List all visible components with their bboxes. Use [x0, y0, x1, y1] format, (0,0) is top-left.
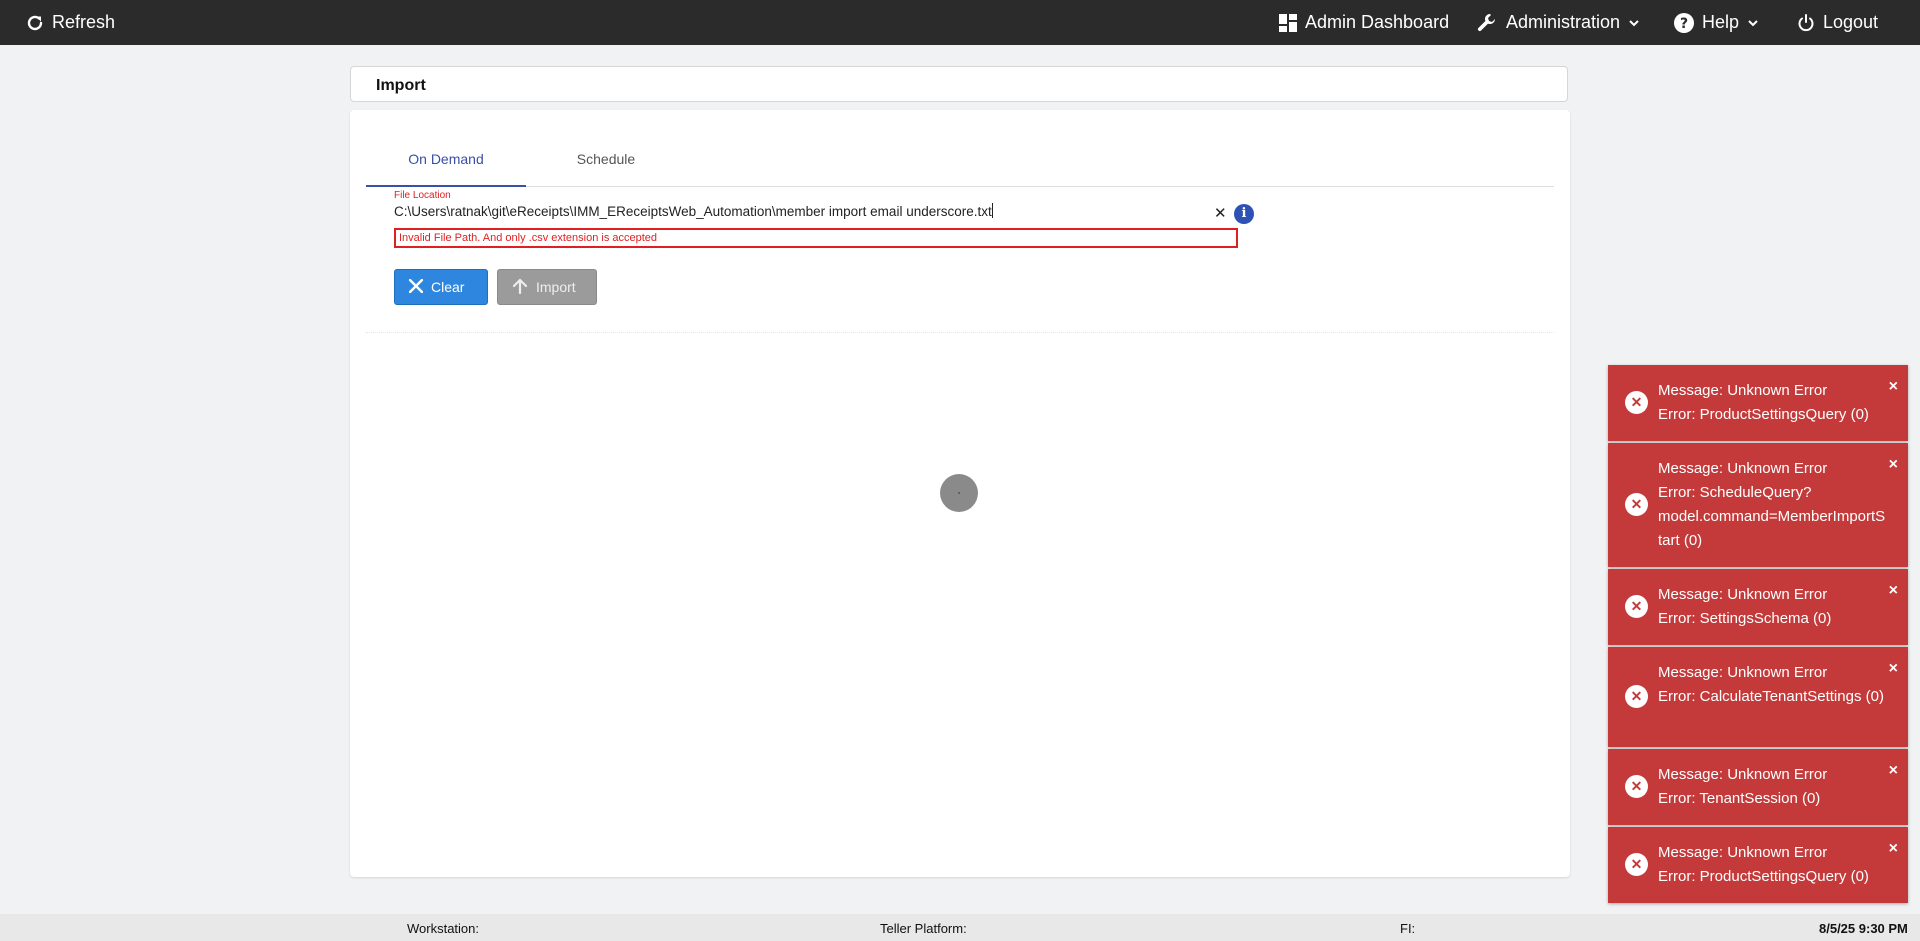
dashboard-icon	[1279, 13, 1297, 32]
info-icon[interactable]: i	[1234, 204, 1254, 224]
error-toast: ✕ Message: Unknown Error Error: Calculat…	[1608, 647, 1908, 747]
fi-label: FI:	[1400, 921, 1416, 936]
close-icon[interactable]: ×	[1889, 763, 1898, 779]
loading-spinner	[940, 474, 978, 512]
help-menu[interactable]: ? Help	[1674, 0, 1759, 45]
file-path-error: Invalid File Path. And only .csv extensi…	[394, 228, 1238, 248]
power-icon	[1797, 13, 1815, 32]
toast-error: Error: ScheduleQuery?model.command=Membe…	[1658, 484, 1886, 549]
toast-message: Message: Unknown Error	[1658, 460, 1828, 477]
file-location-input[interactable]: C:\Users\ratnak\git\eReceipts\IMM_ERecei…	[394, 203, 1214, 219]
error-circle-icon: ✕	[1625, 685, 1648, 708]
wrench-icon	[1476, 12, 1498, 34]
file-location-label: File Location	[394, 190, 451, 201]
toast-error: Error: ProductSettingsQuery (0)	[1658, 868, 1869, 885]
page-header: Import	[350, 66, 1568, 102]
close-icon[interactable]: ×	[1889, 841, 1898, 857]
file-location-value: C:\Users\ratnak\git\eReceipts\IMM_ERecei…	[394, 204, 992, 219]
tab-bar: On Demand Schedule	[366, 132, 1554, 187]
import-panel: On Demand Schedule File Location C:\User…	[350, 110, 1570, 877]
divider	[366, 332, 1554, 334]
datetime: 8/5/25 9:30 PM	[1819, 921, 1908, 936]
clear-button[interactable]: Clear	[394, 269, 488, 305]
teller-platform-label: Teller Platform:	[880, 921, 967, 936]
import-button-label: Import	[536, 279, 576, 295]
refresh-icon	[26, 14, 44, 32]
error-toast: ✕ Message: Unknown Error Error: ProductS…	[1608, 365, 1908, 441]
toast-error: Error: ProductSettingsQuery (0)	[1658, 406, 1869, 423]
toast-message: Message: Unknown Error	[1658, 766, 1828, 783]
toast-message: Message: Unknown Error	[1658, 586, 1828, 603]
status-footer: Workstation: Teller Platform: FI: 8/5/25…	[0, 914, 1920, 941]
close-icon[interactable]: ×	[1889, 457, 1898, 473]
clear-field-icon[interactable]: ✕	[1214, 206, 1227, 221]
logout-button[interactable]: Logout	[1797, 0, 1878, 45]
chevron-down-icon	[1747, 17, 1759, 29]
error-toast: ✕ Message: Unknown Error Error: Schedule…	[1608, 443, 1908, 567]
error-circle-icon: ✕	[1625, 775, 1648, 798]
toast-message: Message: Unknown Error	[1658, 664, 1828, 681]
error-circle-icon: ✕	[1625, 493, 1648, 516]
error-toast: ✕ Message: Unknown Error Error: Settings…	[1608, 569, 1908, 645]
admin-dashboard-label: Admin Dashboard	[1305, 12, 1450, 32]
error-toast: ✕ Message: Unknown Error Error: TenantSe…	[1608, 749, 1908, 825]
close-icon	[408, 278, 424, 296]
error-circle-icon: ✕	[1625, 391, 1648, 414]
clear-button-label: Clear	[431, 279, 465, 295]
chevron-down-icon	[1628, 17, 1640, 29]
help-icon: ?	[1674, 12, 1694, 33]
error-toast: ✕ Message: Unknown Error Error: ProductS…	[1608, 827, 1908, 903]
logout-label: Logout	[1823, 12, 1879, 32]
toast-message: Message: Unknown Error	[1658, 844, 1828, 861]
toast-error: Error: SettingsSchema (0)	[1658, 610, 1832, 627]
administration-label: Administration	[1506, 12, 1621, 32]
workstation-label: Workstation:	[407, 921, 480, 936]
refresh-button[interactable]: Refresh	[26, 0, 115, 45]
close-icon[interactable]: ×	[1889, 379, 1898, 395]
admin-dashboard-link[interactable]: Admin Dashboard	[1279, 0, 1449, 45]
error-circle-icon: ✕	[1625, 853, 1648, 876]
toast-error: Error: TenantSession (0)	[1658, 790, 1821, 807]
text-cursor	[991, 203, 993, 218]
refresh-label: Refresh	[52, 12, 116, 32]
top-nav-bar: Refresh Admin Dashboard Administration ?…	[0, 0, 1920, 45]
tab-schedule[interactable]: Schedule	[526, 132, 686, 185]
help-label: Help	[1702, 12, 1740, 32]
administration-menu[interactable]: Administration	[1476, 0, 1640, 45]
import-button[interactable]: Import	[497, 269, 597, 305]
tab-on-demand[interactable]: On Demand	[366, 132, 526, 187]
svg-text:?: ?	[1680, 16, 1688, 32]
arrow-up-icon	[512, 277, 528, 297]
page-title: Import	[376, 77, 426, 94]
toast-error: Error: CalculateTenantSettings (0)	[1658, 688, 1884, 705]
close-icon[interactable]: ×	[1889, 583, 1898, 599]
toast-message: Message: Unknown Error	[1658, 382, 1828, 399]
error-circle-icon: ✕	[1625, 595, 1648, 618]
close-icon[interactable]: ×	[1889, 661, 1898, 677]
